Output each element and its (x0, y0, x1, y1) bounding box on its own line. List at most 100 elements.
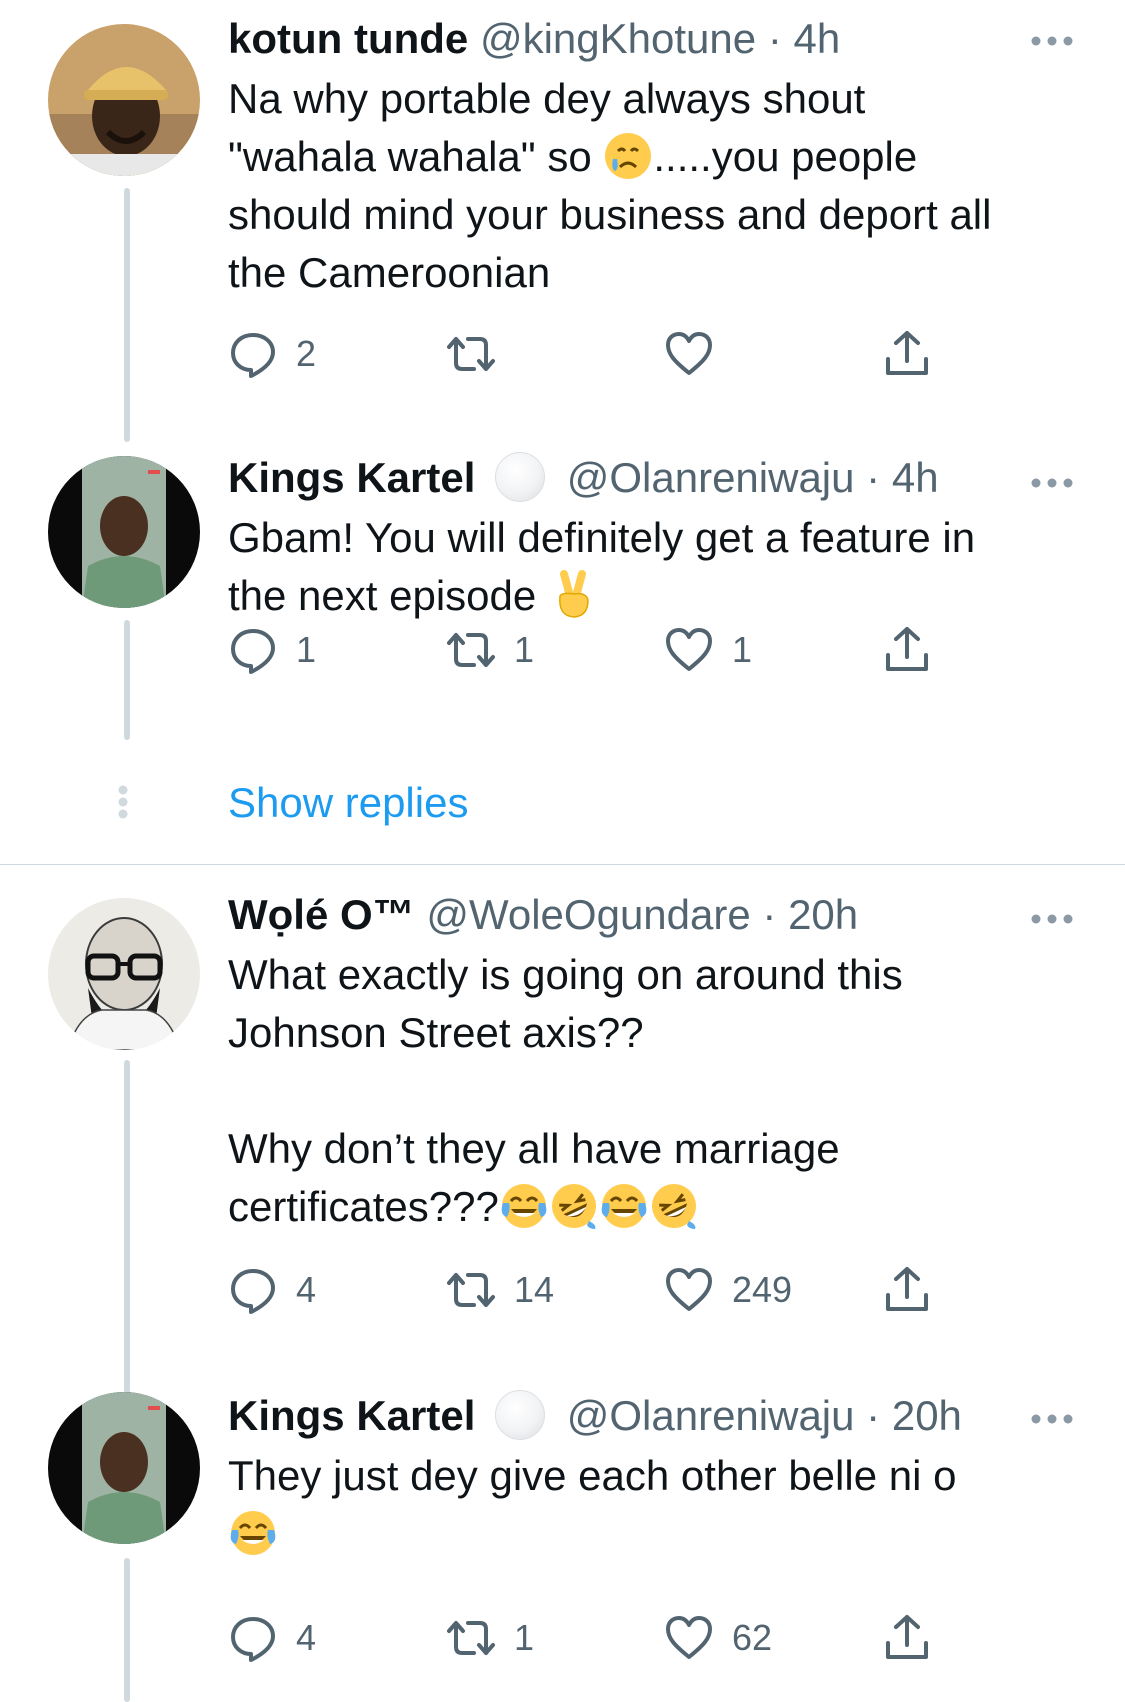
tweet-text: Na why portable dey always shout "wahala… (228, 70, 1088, 302)
like-count: 249 (732, 1269, 793, 1310)
reply-icon (231, 1617, 275, 1662)
like-button[interactable] (664, 324, 732, 384)
like-count: 1 (732, 629, 753, 670)
retweet-icon (447, 1621, 495, 1655)
like-button[interactable]: 62 (664, 1608, 772, 1668)
tweet-text: They just dey give each other belle ni o (228, 1447, 1088, 1563)
separator-dot: · (866, 454, 881, 501)
share-button[interactable] (882, 620, 950, 680)
reply-count: 4 (296, 1269, 317, 1310)
reply-button[interactable]: 1 (228, 620, 316, 680)
timestamp[interactable]: 20h (892, 1392, 962, 1439)
user-handle[interactable]: @kingKhotune (480, 15, 756, 62)
retweet-button[interactable]: 14 (446, 1260, 554, 1320)
like-button[interactable]: 1 (664, 620, 752, 680)
badge-icon (495, 452, 546, 502)
avatar-image (48, 456, 200, 608)
avatar-wole-o[interactable] (48, 898, 200, 1050)
tweet-actions: 1 1 1 (228, 620, 948, 680)
rolling-on-the-floor-laughing-emoji (651, 1184, 696, 1229)
reply-icon (231, 1269, 275, 1314)
reply-count: 1 (296, 629, 317, 670)
avatar-image (48, 1392, 200, 1544)
tweet-text: Gbam! You will definitely get a feature … (228, 509, 1088, 625)
user-handle[interactable]: @Olanreniwaju (567, 1392, 855, 1439)
tweet-3[interactable]: Wọlé O™ @WoleOgundare · 20h What exactly… (0, 866, 1125, 1394)
victory-hand-emoji (558, 570, 589, 618)
timestamp[interactable]: 4h (793, 15, 840, 62)
tweet-text-part: Gbam! You will definitely get a feature … (228, 514, 976, 619)
share-icon (886, 627, 928, 671)
retweet-button[interactable]: 1 (446, 1608, 534, 1668)
retweet-icon (447, 337, 495, 371)
like-icon (666, 332, 712, 375)
tweet-text: What exactly is going on around this Joh… (228, 946, 1088, 1236)
user-handle[interactable]: @WoleOgundare (426, 891, 750, 938)
divider (0, 864, 1125, 865)
retweet-count: 1 (514, 629, 535, 670)
thread-line (124, 620, 130, 740)
tweet-2[interactable]: Kings Kartel @Olanreniwaju · 4h Gbam! Yo… (0, 436, 1125, 856)
reply-button[interactable]: 4 (228, 1260, 316, 1320)
reply-button[interactable]: 2 (228, 324, 316, 384)
retweet-icon (447, 1273, 495, 1307)
tweet-actions: 4 1 62 (228, 1608, 948, 1668)
display-name[interactable]: Kings Kartel (228, 454, 475, 501)
sad-but-relieved-face-emoji (605, 133, 652, 179)
display-name[interactable]: Kings Kartel (228, 1392, 475, 1439)
avatar-kings-kartel[interactable] (48, 456, 200, 608)
separator-dot: · (767, 15, 782, 62)
avatar-kings-kartel[interactable] (48, 1392, 200, 1544)
more-icon[interactable] (1030, 912, 1074, 926)
share-icon (886, 1615, 928, 1659)
like-icon (666, 1268, 712, 1311)
share-button[interactable] (882, 1608, 950, 1668)
share-button[interactable] (882, 324, 950, 384)
user-handle[interactable]: @Olanreniwaju (567, 454, 855, 501)
share-icon (886, 331, 928, 375)
tweet-1[interactable]: kotun tunde @kingKhotune · 4h Na why por… (0, 0, 1125, 442)
face-with-tears-of-joy-emoji (501, 1184, 547, 1228)
more-icon[interactable] (1030, 1412, 1074, 1426)
reply-count: 2 (296, 333, 317, 374)
like-icon (666, 628, 712, 671)
like-count: 62 (732, 1617, 773, 1658)
reply-count: 4 (296, 1617, 317, 1658)
timestamp[interactable]: 4h (892, 454, 939, 501)
reply-button[interactable]: 4 (228, 1608, 316, 1668)
retweet-button[interactable]: 1 (446, 620, 534, 680)
separator-dot: · (762, 891, 777, 938)
retweet-count: 1 (514, 1617, 535, 1658)
thread-line (124, 188, 130, 442)
more-icon[interactable] (1030, 476, 1074, 490)
tweet-4[interactable]: Kings Kartel @Olanreniwaju · 20h They ju… (0, 1376, 1125, 1702)
thread-line (124, 1558, 130, 1702)
separator-dot: · (866, 1392, 881, 1439)
tweet-header: Wọlé O™ @WoleOgundare · 20h (228, 890, 1088, 940)
thread-dots-icon (118, 785, 128, 819)
retweet-count: 14 (514, 1269, 555, 1310)
avatar-image (48, 24, 200, 176)
show-replies-link[interactable]: Show replies (228, 778, 468, 828)
badge-icon (495, 1390, 546, 1440)
tweet-text-part: They just dey give each other belle ni o (228, 1452, 957, 1499)
display-name[interactable]: kotun tunde (228, 15, 468, 62)
more-icon[interactable] (1030, 34, 1074, 48)
share-button[interactable] (882, 1260, 950, 1320)
retweet-icon (447, 633, 495, 667)
like-button[interactable]: 249 (664, 1260, 792, 1320)
tweet-header: Kings Kartel @Olanreniwaju · 4h (228, 452, 1088, 503)
face-with-tears-of-joy-emoji (601, 1184, 647, 1228)
retweet-button[interactable] (446, 324, 514, 384)
face-with-tears-of-joy-emoji (230, 1511, 276, 1555)
tweet-header: kotun tunde @kingKhotune · 4h (228, 14, 1088, 64)
timestamp[interactable]: 20h (788, 891, 858, 938)
tweet-actions: 4 14 249 (228, 1260, 948, 1320)
display-name[interactable]: Wọlé O™ (228, 891, 415, 938)
avatar-image (48, 898, 200, 1050)
tweet-header: Kings Kartel @Olanreniwaju · 20h (228, 1390, 1088, 1441)
rolling-on-the-floor-laughing-emoji (551, 1184, 596, 1229)
avatar-kotun-tunde[interactable] (48, 24, 200, 176)
reply-icon (231, 333, 275, 378)
like-icon (666, 1616, 712, 1659)
